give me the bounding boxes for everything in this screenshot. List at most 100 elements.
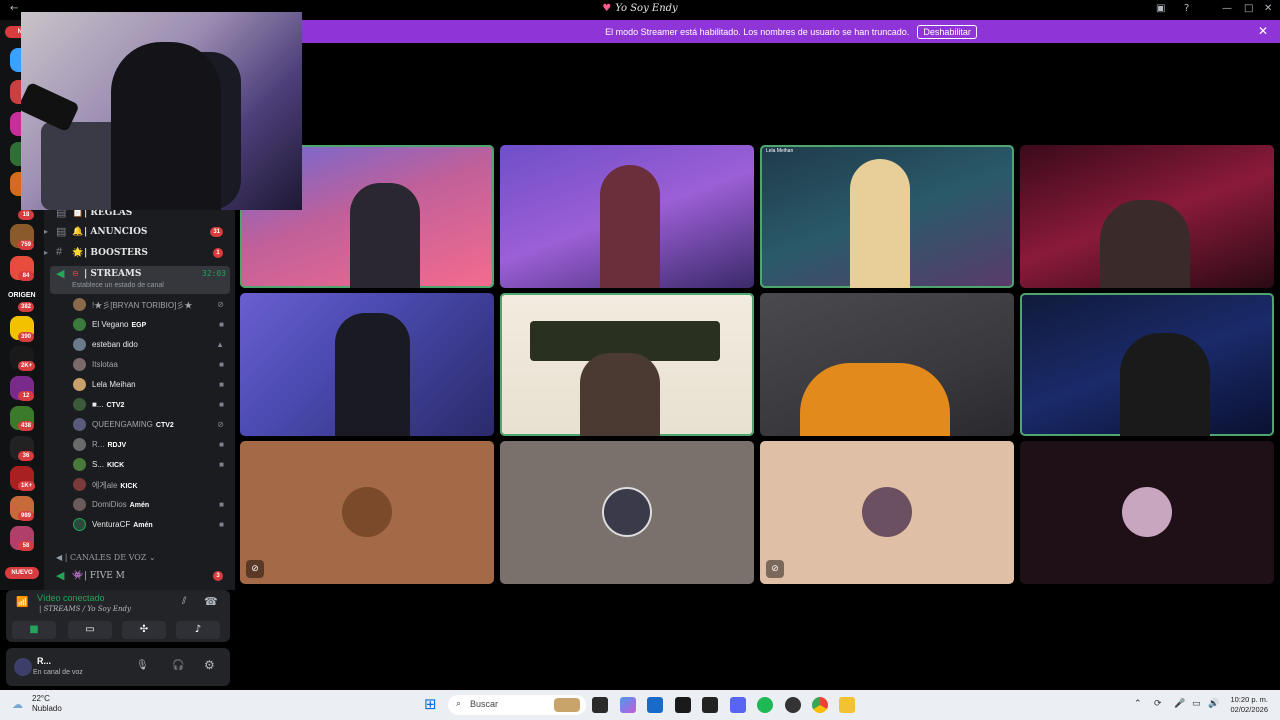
voice-user[interactable]: QUEENGAMING CTV2 ⊘ — [70, 416, 230, 434]
voice-status: Vídeo conectado — [37, 593, 105, 603]
search-box[interactable]: ⌕ Buscar — [448, 695, 586, 715]
inbox-icon[interactable]: ▣ — [1156, 3, 1165, 14]
channel-emoji: 🌟 — [72, 247, 84, 257]
video-tile[interactable] — [1020, 441, 1274, 584]
channel-name: | STREAMS — [84, 269, 142, 279]
hash-icon: # — [56, 246, 63, 258]
channel-anuncios[interactable]: ▸ ▤ 🔔 | ANUNCIOS 31 — [44, 224, 235, 242]
video-tile[interactable]: ⊘ — [240, 441, 494, 584]
chevron-up-icon[interactable]: ⌃ — [1134, 699, 1142, 709]
monitor-icon[interactable]: ▭ — [1192, 699, 1201, 709]
activities-button[interactable]: ✣ — [122, 621, 166, 639]
speaker-icon: ◀ — [56, 268, 65, 280]
spotify-icon[interactable] — [757, 697, 773, 713]
user-name: El Vegano EGP — [92, 320, 147, 329]
app-logo-icon: ♥ — [602, 3, 612, 14]
soundboard-button[interactable]: ♪ — [176, 621, 220, 639]
activities-icon: ✣ — [139, 624, 149, 635]
task-view-icon[interactable] — [592, 697, 608, 713]
voice-user[interactable]: 에게ale KICK — [70, 476, 230, 494]
chrome-icon[interactable] — [812, 697, 828, 713]
volume-icon[interactable]: 🔊 — [1208, 699, 1219, 709]
voice-user[interactable]: El Vegano EGP ■ — [70, 316, 230, 334]
minimize-icon[interactable]: — — [1222, 3, 1232, 14]
banner-close-icon[interactable]: ✕ — [1258, 24, 1268, 38]
cloud-icon: ☁ — [12, 698, 23, 711]
voice-category-header[interactable]: ◀ | CANALES DE VOZ ⌄ — [56, 553, 156, 562]
app-icon[interactable] — [702, 697, 718, 713]
participant-name: Lela Meihan — [766, 148, 794, 154]
disconnect-icon[interactable]: ☎ — [204, 595, 218, 608]
screen-share-button[interactable]: ▭ — [68, 621, 112, 639]
user-name: Itslotaa — [92, 360, 118, 369]
weather-widget[interactable]: 22°C Nublado — [32, 694, 62, 714]
video-tile[interactable] — [760, 293, 1014, 436]
user-status: En canal de voz — [33, 669, 83, 676]
chevron-right-icon: ▸ — [44, 227, 49, 236]
channel-emoji-icon: 👾 — [72, 570, 84, 580]
server-badge: 759 — [18, 240, 35, 250]
avatar — [602, 487, 652, 537]
video-tile[interactable] — [500, 145, 754, 288]
channel-status-prompt[interactable]: Establece un estado de canal — [72, 282, 164, 289]
voice-connection-panel: 📶 Vídeo conectado | STREAMS / Yo Soy End… — [6, 590, 230, 642]
network-icon[interactable]: ⟳ — [1154, 699, 1162, 709]
video-icon: ■ — [219, 380, 224, 389]
voice-user[interactable]: Lela Meihan ■ — [70, 376, 230, 394]
obs-icon[interactable] — [785, 697, 801, 713]
server-badge: 12 — [18, 391, 34, 401]
camera-button[interactable]: ■ — [12, 621, 56, 639]
microphone-icon[interactable]: 🎙 — [136, 660, 149, 671]
terminal-icon[interactable] — [675, 697, 691, 713]
voice-channel-path[interactable]: | STREAMS / Yo Soy Endy — [39, 605, 131, 613]
video-tile[interactable] — [240, 293, 494, 436]
voice-user[interactable]: Itslotaa ■ — [70, 356, 230, 374]
channel-streams[interactable]: ◀ ⊖ | STREAMS 32:03 Establece un estado … — [50, 266, 230, 294]
channel-five-m[interactable]: ◀ 👾 | FIVE M 3 — [44, 568, 235, 586]
video-tile[interactable] — [1020, 293, 1274, 436]
mute-icon: ⊘ — [217, 420, 224, 429]
participant-figure — [350, 183, 420, 288]
user-name: !★彡[BRYAN TORIBIO]彡★ — [92, 301, 193, 310]
microphone-tray-icon[interactable]: 🎤 — [1174, 699, 1185, 709]
store-icon[interactable] — [647, 697, 663, 713]
video-tile[interactable]: ⊘ — [760, 441, 1014, 584]
noise-suppression-icon[interactable]: ⫽ — [182, 596, 186, 607]
voice-user[interactable]: DomiDios Amén ■ — [70, 496, 230, 514]
voice-user[interactable]: R... RDJV ■ — [70, 436, 230, 454]
voice-user[interactable]: !★彡[BRYAN TORIBIO]彡★ ⊘ — [70, 296, 230, 314]
video-tile[interactable]: Lela Meihan — [760, 145, 1014, 288]
screen-share-icon: ▭ — [85, 624, 95, 635]
disable-streamer-button[interactable]: Deshabilitar — [917, 25, 977, 39]
channel-boosters[interactable]: ▸ # 🌟 | BOOSTERS 1 — [44, 245, 235, 263]
user-name: 에게ale KICK — [92, 481, 138, 490]
video-tile[interactable] — [500, 441, 754, 584]
avatar — [342, 487, 392, 537]
voice-user[interactable]: esteban dido ▲ — [70, 336, 230, 354]
voice-user[interactable]: VenturaCF Amén ■ — [70, 516, 230, 534]
voice-user[interactable]: S... KICK ■ — [70, 456, 230, 474]
avatar[interactable] — [14, 658, 32, 676]
clock[interactable]: 10:20 p. m. 02/02/2026 — [1230, 695, 1268, 715]
close-window-icon[interactable]: ✕ — [1264, 3, 1272, 14]
help-icon[interactable]: ? — [1184, 3, 1189, 14]
video-tile[interactable] — [1020, 145, 1274, 288]
settings-gear-icon[interactable]: ⚙ — [204, 658, 215, 672]
video-tile[interactable] — [500, 293, 754, 436]
avatar — [73, 418, 86, 431]
date: 02/02/2026 — [1230, 705, 1268, 714]
file-explorer-icon[interactable] — [839, 697, 855, 713]
stream-timer: 32:03 — [201, 269, 226, 278]
discord-icon[interactable] — [730, 697, 746, 713]
windows-start-icon[interactable]: ⊞ — [424, 695, 437, 713]
headphones-icon[interactable]: 🎧 — [172, 660, 184, 671]
channel-badge: 3 — [213, 571, 223, 581]
user-name: R... — [37, 656, 52, 666]
copilot-icon[interactable] — [620, 697, 636, 713]
participant-figure — [1120, 333, 1210, 436]
voice-user[interactable]: ■... CTV2 ■ — [70, 396, 230, 414]
maximize-icon[interactable]: □ — [1244, 3, 1253, 14]
weather-condition: Nublado — [32, 704, 62, 713]
server-badge: 390 — [18, 332, 35, 342]
banner-message: El modo Streamer está habilitado. Los no… — [605, 27, 910, 37]
